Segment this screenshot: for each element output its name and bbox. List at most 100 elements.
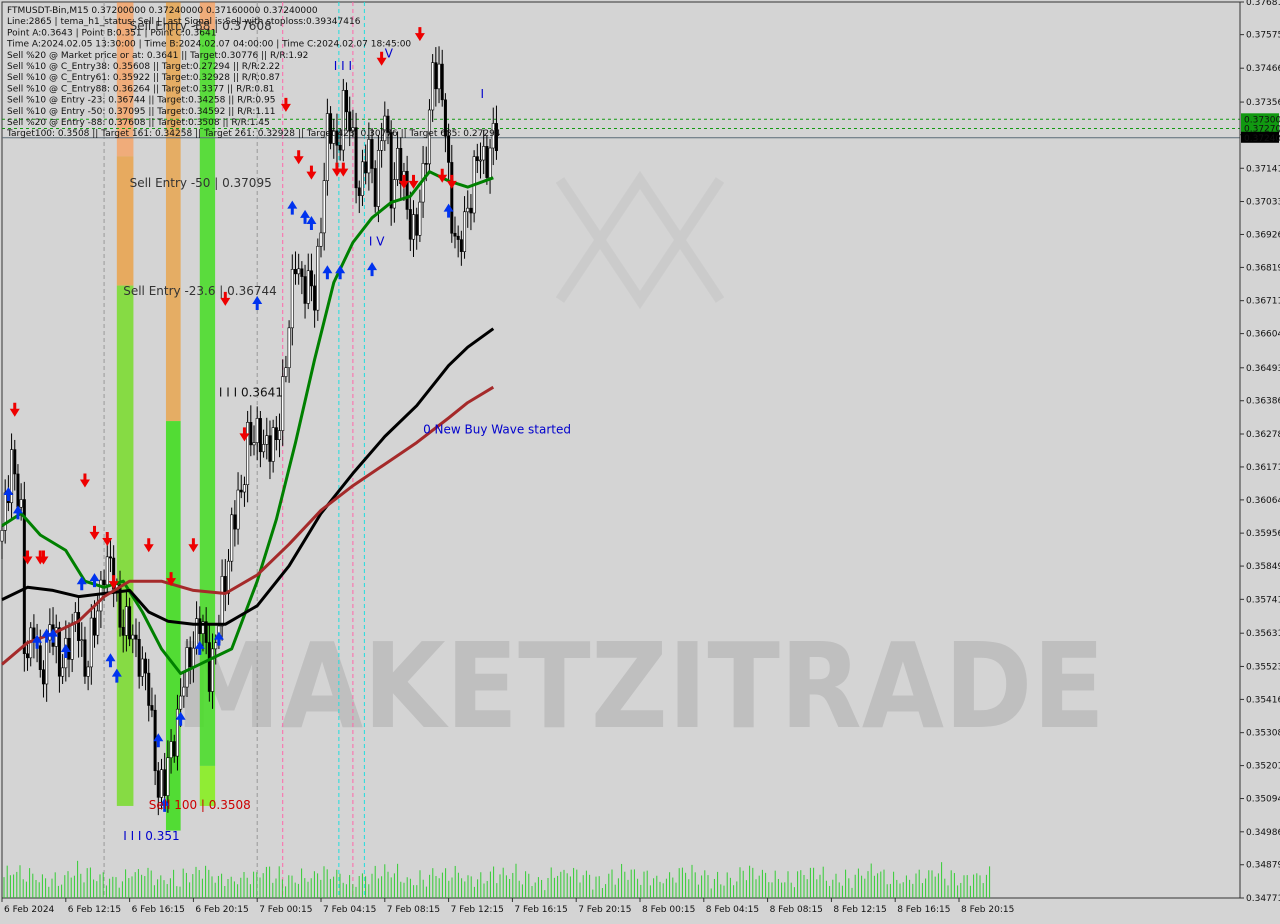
candle-body — [262, 444, 266, 453]
candle-body — [456, 235, 460, 240]
candle-body — [249, 422, 253, 446]
candle-body — [131, 634, 135, 640]
candle-body — [478, 159, 482, 162]
price-chart[interactable]: MAKETZITRADE 0.37681 0.37575 0.37466 0.37356… — [0, 0, 1280, 921]
candle-body — [485, 146, 489, 178]
candle-body — [188, 647, 192, 668]
candle-body — [108, 556, 112, 559]
price-tick-label: 0.36711 — [1246, 297, 1280, 307]
price-tick-label: 0.36926 — [1246, 230, 1280, 240]
chart-annotation-2: Sell Entry -23.6 | 0.36744 — [123, 284, 277, 298]
candle-body — [166, 757, 170, 796]
price-tick-label: 0.36064 — [1246, 496, 1280, 506]
candle-body — [431, 62, 435, 111]
time-tick-label: 8 Feb 16:15 — [897, 905, 950, 915]
candle-body — [16, 473, 20, 508]
price-tick-label: 0.37141 — [1246, 164, 1280, 174]
info-line-2: Point A:0.3643 | Point B:0.351 | Point C… — [7, 28, 216, 38]
price-tick-label: 0.35956 — [1246, 529, 1280, 539]
candle-body — [96, 610, 100, 636]
candle-body — [13, 449, 17, 475]
chart-annotation-10: I V — [369, 235, 385, 249]
price-tick-label: 0.35416 — [1246, 695, 1280, 705]
candle-body — [392, 179, 396, 209]
time-tick-label: 6 Feb 20:15 — [195, 905, 248, 915]
info-line-3: Time A:2024.02.05 13:30:00 | Time B:2024… — [6, 40, 411, 50]
info-line-7: Sell %10 @ C_Entry88: 0.36264 || Target:… — [7, 84, 274, 94]
candle-body — [300, 268, 304, 277]
info-line-9: Sell %10 @ Entry -50: 0.37095 || Target:… — [7, 107, 275, 117]
candle-body — [105, 556, 109, 586]
candle-body — [61, 667, 65, 677]
candle-body — [466, 207, 470, 213]
candle-body — [345, 90, 349, 113]
info-line-8: Sell %10 @ Entry -23: 0.36744 || Target:… — [7, 96, 275, 106]
candle-body — [303, 276, 307, 304]
candle-body — [86, 666, 90, 677]
candle-body — [77, 612, 81, 641]
price-tick-label: 0.35523 — [1246, 662, 1280, 672]
candle-body — [80, 639, 84, 642]
candle-body — [412, 214, 416, 240]
watermark-text: MAKETZITRADE — [175, 617, 1105, 755]
time-tick-label: 8 Feb 12:15 — [833, 905, 886, 915]
chart-annotation-1: Sell Entry -50 | 0.37095 — [130, 176, 272, 190]
candle-body — [367, 139, 371, 174]
candle-body — [211, 648, 215, 692]
price-tick-label: 0.35631 — [1246, 629, 1280, 639]
candle-body — [357, 187, 361, 196]
candle-body — [469, 207, 473, 214]
price-tick-label: 0.36278 — [1246, 430, 1280, 440]
price-tick-label: 0.36493 — [1246, 364, 1280, 374]
time-tick-label: 8 Feb 00:15 — [642, 905, 695, 915]
candle-body — [160, 769, 164, 798]
candle-body — [258, 418, 262, 453]
zone-mid-1 — [165, 116, 181, 422]
price-tick-label: 0.37033 — [1246, 198, 1280, 208]
candle-body — [83, 639, 87, 677]
price-tick-label: 0.34771 — [1246, 894, 1280, 904]
candle-body — [376, 150, 380, 207]
price-tick-label: 0.37575 — [1246, 31, 1280, 41]
candle-body — [418, 201, 422, 236]
time-axis: 6 Feb 2024 6 Feb 12:15 6 Feb 16:15 6 Feb 20… — [0, 898, 1240, 921]
candle-body — [278, 430, 282, 440]
candle-body — [424, 163, 428, 165]
candle-body — [287, 327, 291, 369]
time-tick-label: 7 Feb 04:15 — [323, 905, 376, 915]
candle-body — [239, 489, 243, 493]
candle-body — [453, 232, 457, 237]
candle-body — [370, 139, 374, 169]
candle-body — [144, 658, 148, 674]
candle-body — [19, 499, 23, 508]
info-line-11: Target100: 0.3508 || Target 161: 0.34258… — [6, 129, 501, 139]
candle-body — [223, 576, 227, 594]
candle-body — [191, 647, 195, 668]
price-tick-label: 0.34986 — [1246, 828, 1280, 838]
candle-body — [268, 435, 272, 462]
candle-body — [137, 638, 141, 677]
price-tick-label: 0.37466 — [1246, 64, 1280, 74]
chart-annotation-3: I I I 0.3641 — [219, 385, 283, 399]
candle-body — [380, 140, 384, 151]
candle-body — [415, 214, 419, 236]
price-tick-label: 0.36819 — [1246, 263, 1280, 273]
candle-body — [475, 156, 479, 161]
time-tick-label: 8 Feb 04:15 — [706, 905, 759, 915]
price-tick-label: 0.35094 — [1246, 795, 1280, 805]
time-tick-label: 7 Feb 16:15 — [514, 905, 567, 915]
candle-body — [93, 617, 97, 636]
info-line-4: Sell %20 @ Market price or at: 0.3641 ||… — [7, 51, 308, 61]
zone-bottom-0 — [116, 285, 134, 806]
candle-body — [172, 741, 176, 757]
candle-body — [121, 626, 125, 636]
candle-body — [440, 63, 444, 101]
chart-annotation-4: I I I 0.351 — [123, 829, 179, 843]
candle-body — [233, 514, 237, 530]
candle-body — [274, 427, 278, 440]
info-line-6: Sell %10 @ C_Entry61: 0.35922 || Target:… — [7, 73, 280, 83]
candle-body — [313, 285, 317, 311]
candle-body — [316, 245, 320, 311]
candle-body — [147, 672, 151, 706]
candle-body — [38, 645, 42, 670]
